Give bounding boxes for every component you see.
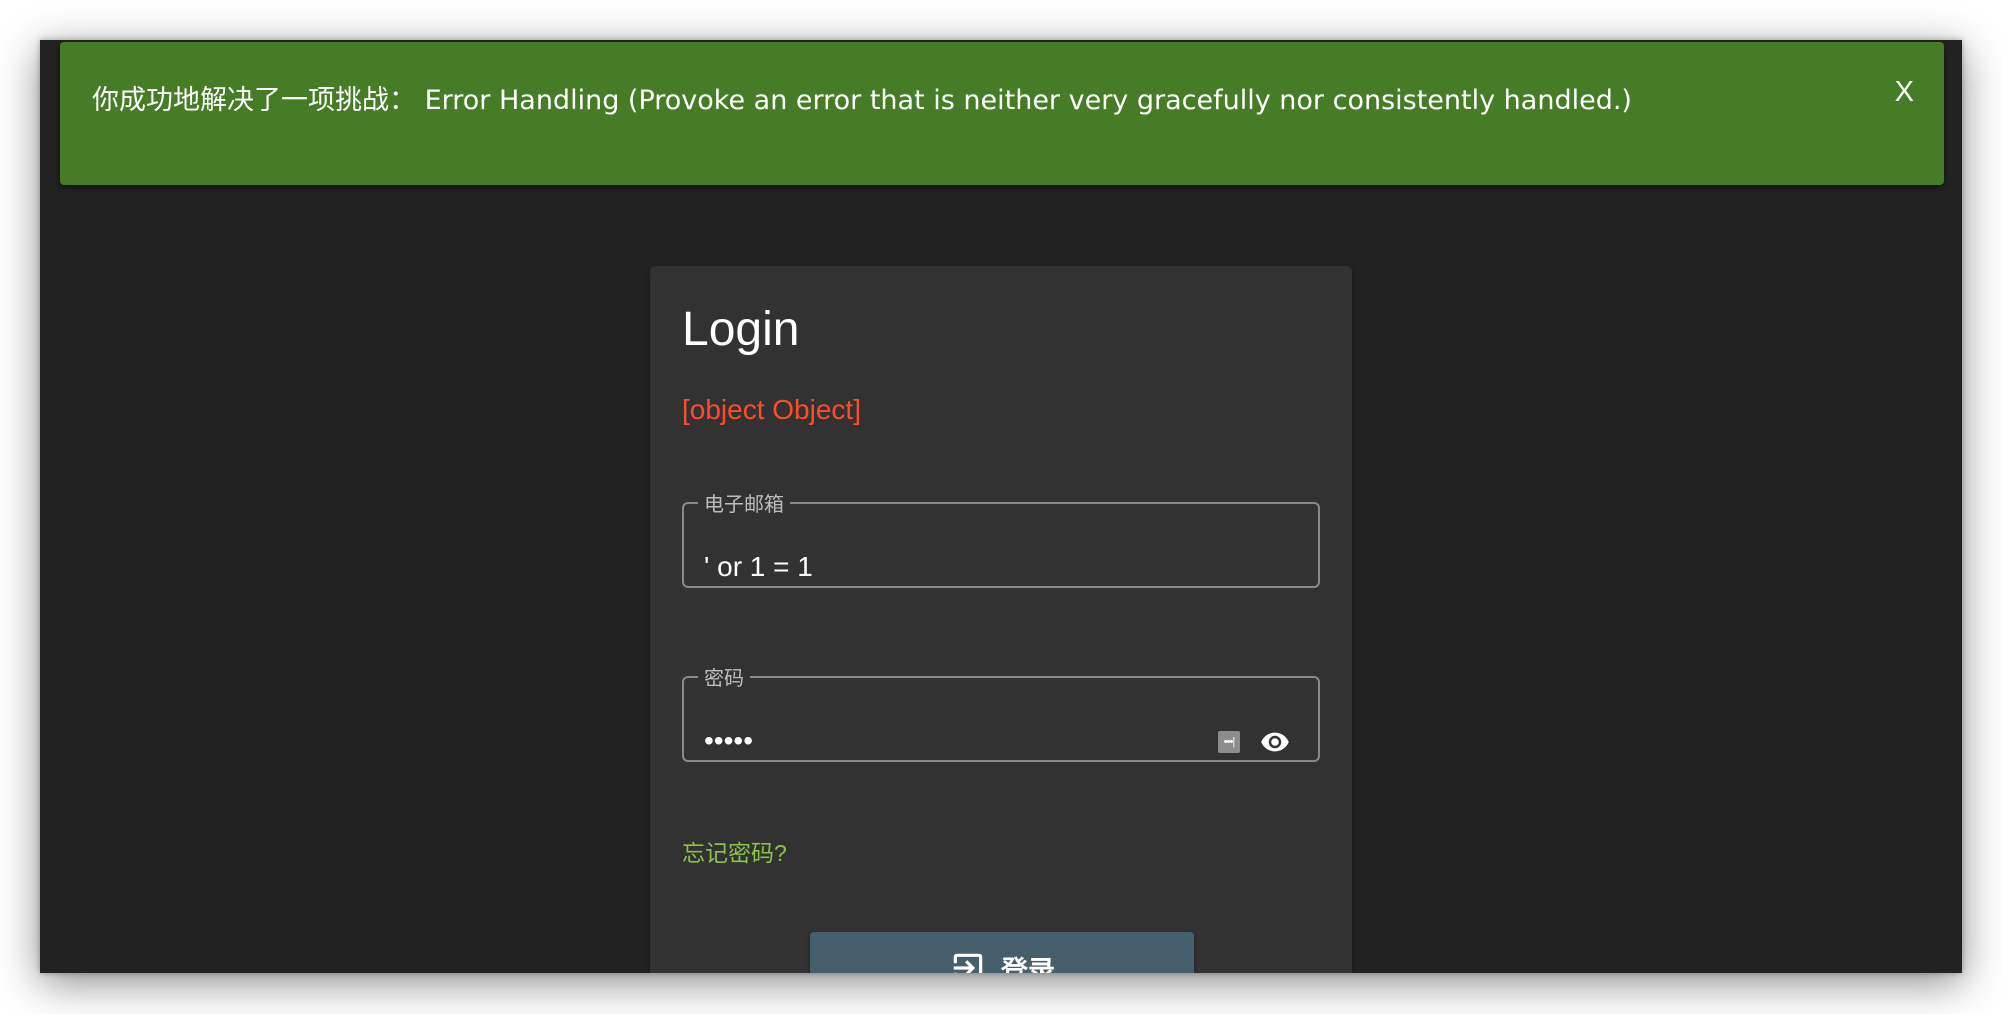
email-input[interactable]	[704, 547, 1184, 587]
keychain-icon[interactable]: •••|	[1218, 731, 1240, 753]
page-title: Login	[682, 303, 800, 356]
banner-message: 你成功地解决了一项挑战： Error Handling (Provoke an …	[92, 85, 1632, 116]
eye-icon	[1261, 732, 1289, 752]
forgot-password-link[interactable]: 忘记密码?	[682, 834, 787, 868]
password-field[interactable]: 密码 •••|	[682, 662, 1320, 762]
password-input[interactable]	[704, 721, 1184, 761]
app-window: 你成功地解决了一项挑战： Error Handling (Provoke an …	[40, 40, 1962, 973]
password-label: 密码	[704, 666, 744, 690]
toggle-password-visibility-button[interactable]	[1258, 727, 1292, 757]
login-card: Login [object Object] 电子邮箱 密码 •••| 忘记密码?…	[650, 266, 1352, 973]
error-message: [object Object]	[682, 394, 861, 425]
login-button[interactable]: 登录	[810, 932, 1194, 973]
banner-close-button[interactable]: X	[1895, 76, 1914, 109]
login-icon	[953, 953, 983, 973]
email-label: 电子邮箱	[704, 492, 784, 516]
email-field[interactable]: 电子邮箱	[682, 488, 1320, 588]
login-button-label: 登录	[1001, 955, 1055, 974]
challenge-solved-banner: 你成功地解决了一项挑战： Error Handling (Provoke an …	[60, 42, 1944, 185]
